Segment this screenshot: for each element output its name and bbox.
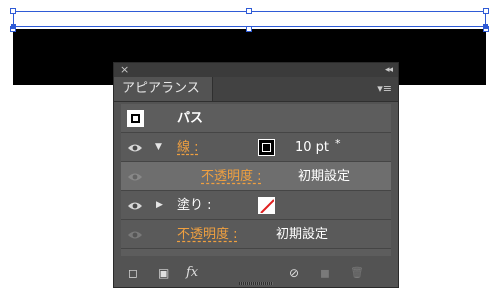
collapse-icon[interactable]: ◂◂ (385, 63, 393, 77)
stroke-weight-marker: * (335, 137, 341, 150)
appearance-panel: × ◂◂ アピアランス ▾≡ パス ▼ 線 : 10 pt * 不透明度: 初… (113, 62, 399, 288)
panel-titlebar[interactable]: × ◂◂ (114, 63, 398, 77)
stroke-weight-value[interactable]: 10 pt (295, 133, 329, 162)
anchor-point-left[interactable] (11, 24, 16, 29)
opacity-label[interactable]: 不透明度 : (177, 220, 238, 249)
row-fill[interactable]: ▶ 塗り : (121, 191, 391, 220)
close-icon[interactable]: × (120, 63, 129, 77)
stroke-opacity-label[interactable]: 不透明度 : (201, 162, 262, 191)
row-stroke-opacity[interactable]: 不透明度 : 初期設定 (121, 162, 391, 191)
row-stroke[interactable]: ▼ 線 : 10 pt * (121, 133, 391, 162)
row-path[interactable]: パス (121, 104, 391, 133)
stroke-label[interactable]: 線 : (177, 133, 199, 162)
stroke-opacity-value: 初期設定 (298, 169, 351, 184)
anchor-point-right[interactable] (483, 24, 488, 29)
handle-top-right[interactable] (483, 8, 489, 14)
eye-icon[interactable] (127, 201, 143, 211)
panel-menu-icon[interactable]: ▾≡ (377, 82, 392, 96)
fill-none-swatch[interactable] (258, 197, 275, 214)
add-new-fill-icon[interactable]: ▣ (158, 266, 169, 280)
panel-bottom-toolbar: ◻ ▣ fx ⊘ ◼ 🗑 (114, 260, 398, 287)
fill-label[interactable]: 塗り : (177, 191, 212, 220)
eye-icon[interactable] (127, 143, 143, 153)
stroke-color-swatch[interactable] (258, 139, 275, 156)
delete-item-icon[interactable]: 🗑 (350, 266, 364, 280)
add-effect-button[interactable]: fx (186, 266, 198, 280)
resize-grip[interactable] (239, 282, 273, 285)
row-opacity[interactable]: 不透明度 : 初期設定 (121, 220, 391, 249)
eye-icon[interactable] (127, 230, 143, 240)
add-new-stroke-icon[interactable]: ◻ (128, 266, 138, 280)
triangle-right-icon[interactable]: ▶ (156, 191, 163, 220)
handle-top-left[interactable] (10, 8, 16, 14)
path-label: パス (177, 111, 204, 126)
duplicate-item-icon[interactable]: ◼ (320, 266, 330, 280)
path-thumbnail-icon (127, 110, 144, 127)
eye-icon[interactable] (127, 172, 143, 182)
triangle-down-icon[interactable]: ▼ (155, 133, 162, 162)
handle-bottom-center[interactable] (246, 26, 252, 32)
opacity-value: 初期設定 (276, 227, 329, 242)
clear-appearance-icon[interactable]: ⊘ (289, 266, 299, 280)
appearance-list: パス ▼ 線 : 10 pt * 不透明度 : 初期設定 ▶ 塗り: 不透明度… (121, 104, 391, 256)
tab-appearance[interactable]: アピアランス (114, 77, 213, 101)
handle-top-center[interactable] (246, 8, 252, 14)
tab-strip: アピアランス ▾≡ (114, 77, 398, 102)
